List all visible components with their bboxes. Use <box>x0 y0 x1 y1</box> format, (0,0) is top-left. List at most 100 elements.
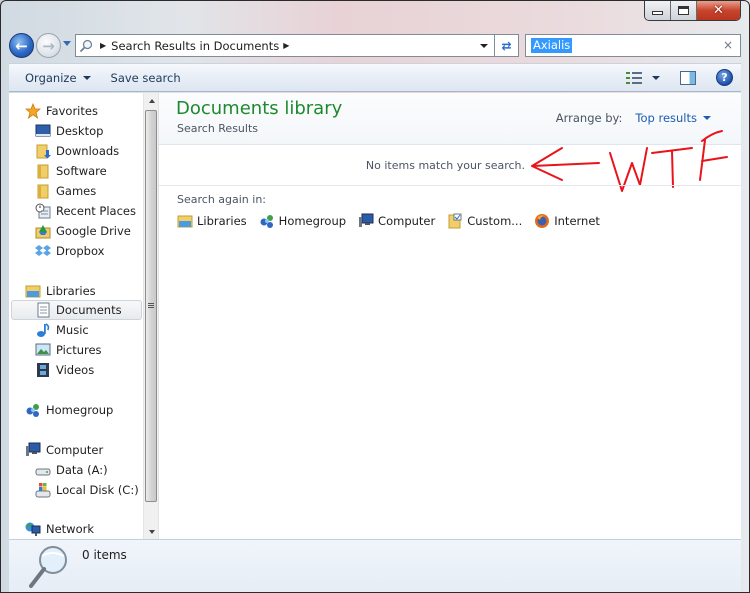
sidebar-item-documents[interactable]: Documents <box>11 300 142 320</box>
sidebar-item-recent-places[interactable]: Recent Places <box>35 201 136 221</box>
documents-icon <box>35 302 51 318</box>
sidebar-item-google-drive[interactable]: Google Drive <box>35 221 131 241</box>
system-drive-icon <box>35 482 51 498</box>
chevron-up-icon <box>148 98 155 103</box>
address-bar[interactable]: ▶ Search Results in Documents ▶ <box>75 34 495 57</box>
sidebar-item-data-drive[interactable]: Data (A:) <box>35 460 108 480</box>
network-icon <box>25 521 41 537</box>
firefox-icon <box>534 213 550 229</box>
preview-pane-icon[interactable] <box>680 70 696 85</box>
sidebar-label: Computer <box>46 443 104 457</box>
breadcrumb-chevron-icon[interactable]: ▶ <box>100 41 106 50</box>
music-icon <box>35 322 51 338</box>
sidebar-label: Downloads <box>56 144 120 158</box>
libraries-icon <box>177 213 193 229</box>
sidebar-label: Data (A:) <box>56 463 108 477</box>
search-query[interactable]: Axialis <box>531 38 573 53</box>
back-button[interactable]: ← <box>9 33 34 58</box>
library-subtitle: Search Results <box>177 122 259 135</box>
search-again-custom[interactable]: Custom... <box>447 213 522 229</box>
recent-places-icon <box>35 203 51 219</box>
close-icon: ✕ <box>713 3 724 18</box>
refresh-button[interactable]: ⇄ <box>495 34 519 57</box>
sidebar-label: Software <box>56 164 107 178</box>
sidebar-item-games[interactable]: Games <box>35 181 96 201</box>
scroll-down-button[interactable] <box>144 524 159 539</box>
help-icon[interactable]: ? <box>716 69 733 86</box>
videos-icon <box>35 362 51 378</box>
annotation-letter-f <box>699 130 728 181</box>
explorer-window: ✕ ← → ▶ Search Results in Documents ▶ ⇄ … <box>0 0 750 593</box>
scrollbar-thumb[interactable] <box>145 110 157 502</box>
search-again-label: Search again in: <box>177 193 267 206</box>
recent-pages-dropdown[interactable] <box>63 41 71 46</box>
sidebar-item-pictures[interactable]: Pictures <box>35 340 102 360</box>
sidebar-libraries[interactable]: Libraries <box>25 281 96 301</box>
search-again-homegroup[interactable]: Homegroup <box>259 213 346 229</box>
forward-button[interactable]: → <box>36 33 61 58</box>
close-button[interactable]: ✕ <box>697 1 740 20</box>
minimize-button[interactable] <box>645 1 671 20</box>
sidebar-label: Games <box>56 184 97 198</box>
dropbox-icon <box>35 243 51 259</box>
maximize-button[interactable] <box>671 1 697 20</box>
content-pane: Documents library Search Results Arrange… <box>159 93 741 539</box>
change-view-icon[interactable] <box>626 71 642 85</box>
search-again-label-text: Custom... <box>467 214 523 228</box>
save-search-button[interactable]: Save search <box>103 71 189 85</box>
minimize-icon <box>652 11 663 15</box>
clear-search-icon[interactable]: × <box>723 38 733 52</box>
search-again-label-text: Computer <box>378 214 436 228</box>
search-again-locations: Libraries Homegroup Computer Custom... I… <box>177 213 600 229</box>
folder-icon <box>35 183 51 199</box>
sidebar-favorites[interactable]: Favorites <box>25 101 98 121</box>
refresh-icon: ⇄ <box>501 38 512 53</box>
wtf-annotation <box>531 130 728 192</box>
breadcrumb-search-results[interactable]: Search Results in Documents <box>111 39 279 53</box>
custom-icon <box>447 213 463 229</box>
annotation-letter-t <box>651 147 693 188</box>
save-search-label: Save search <box>110 70 181 85</box>
sidebar-item-local-disk[interactable]: Local Disk (C:) <box>35 480 139 500</box>
organize-label: Organize <box>25 70 77 85</box>
search-again-computer[interactable]: Computer <box>358 213 435 229</box>
sidebar-network[interactable]: Network <box>25 519 94 539</box>
homegroup-icon <box>259 213 275 229</box>
maximize-icon <box>678 6 689 15</box>
homegroup-icon <box>25 402 41 418</box>
sidebar-item-desktop[interactable]: Desktop <box>35 121 103 141</box>
view-options-dropdown[interactable] <box>652 75 660 80</box>
google-drive-icon <box>35 223 51 239</box>
address-dropdown-icon[interactable] <box>480 44 488 48</box>
search-again-libraries[interactable]: Libraries <box>177 213 247 229</box>
breadcrumb-chevron-icon[interactable]: ▶ <box>283 41 289 50</box>
organize-button[interactable]: Organize <box>17 71 99 85</box>
sidebar-computer[interactable]: Computer <box>25 440 103 460</box>
caption-buttons: ✕ <box>644 1 741 21</box>
star-icon <box>25 103 41 119</box>
search-input[interactable]: Axialis × <box>525 34 741 57</box>
arrow-right-icon: → <box>42 36 55 55</box>
downloads-icon <box>35 143 51 159</box>
search-again-label-text: Homegroup <box>278 214 347 228</box>
search-again-internet[interactable]: Internet <box>534 213 600 229</box>
computer-icon <box>358 213 374 229</box>
sidebar-item-software[interactable]: Software <box>35 161 107 181</box>
sidebar-label: Dropbox <box>56 244 105 258</box>
sidebar-label: Videos <box>56 363 95 377</box>
sidebar-item-videos[interactable]: Videos <box>35 360 94 380</box>
sidebar-item-music[interactable]: Music <box>35 320 89 340</box>
arrow-left-icon: ← <box>15 36 28 55</box>
navigation-pane-scrollbar[interactable] <box>143 93 158 539</box>
sidebar-item-dropbox[interactable]: Dropbox <box>35 241 104 261</box>
empty-results-message: No items match your search. <box>365 159 525 172</box>
divider <box>159 185 741 186</box>
scroll-up-button[interactable] <box>144 93 159 108</box>
sidebar-item-downloads[interactable]: Downloads <box>35 141 119 161</box>
search-again-label-text: Libraries <box>197 214 247 228</box>
sidebar-label: Network <box>46 522 95 536</box>
search-magnifier-icon <box>27 544 71 593</box>
sidebar-homegroup[interactable]: Homegroup <box>25 400 113 420</box>
folder-icon <box>35 163 51 179</box>
command-bar: Organize Save search ? <box>9 63 741 92</box>
